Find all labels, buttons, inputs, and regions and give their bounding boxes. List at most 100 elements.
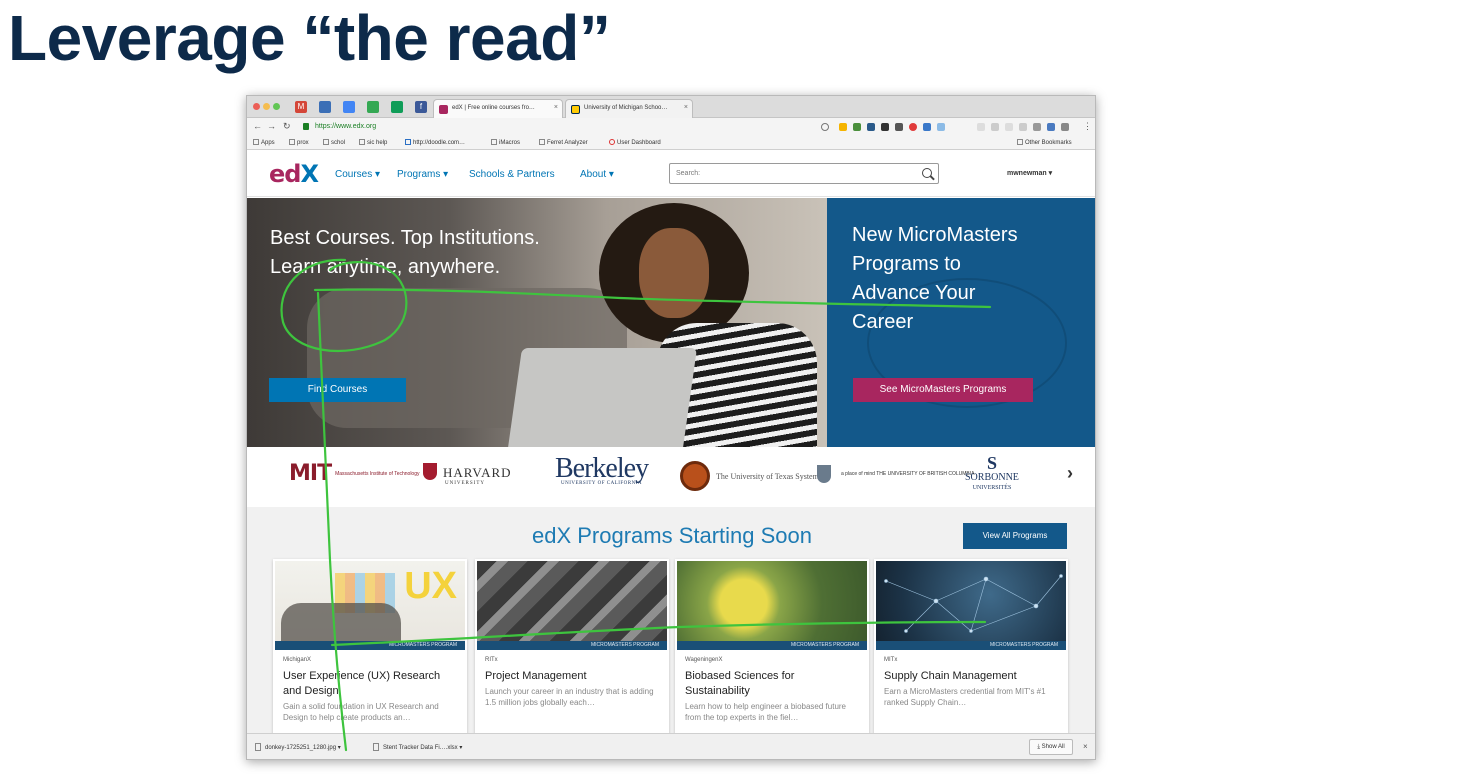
- program-org: WageningenX: [685, 657, 723, 663]
- calendar-pinned-tab-icon[interactable]: [343, 101, 355, 113]
- facebook-pinned-tab-icon[interactable]: f: [415, 101, 427, 113]
- home-pinned-tab-icon[interactable]: [319, 101, 331, 113]
- close-icon[interactable]: ×: [1083, 742, 1088, 751]
- program-card-biobased[interactable]: MICROMASTERS PROGRAM WageningenX Biobase…: [675, 559, 869, 735]
- chevron-right-icon[interactable]: ›: [1067, 463, 1073, 484]
- nav-about[interactable]: About ▾: [580, 169, 614, 180]
- site-header: edX Courses ▾ Programs ▾ Schools & Partn…: [247, 151, 1095, 197]
- sheets-pinned-tab-icon[interactable]: [391, 101, 403, 113]
- extension-icon[interactable]: [853, 123, 861, 131]
- bookmark-user-dashboard[interactable]: User Dashboard: [609, 139, 661, 146]
- program-image: [876, 561, 1066, 645]
- download-item[interactable]: Stent Tracker Data Fi….xlsx ▾: [373, 743, 462, 751]
- close-window-icon[interactable]: [253, 103, 260, 110]
- forward-icon[interactable]: →: [267, 121, 276, 131]
- browser-window: M f edX | Free online courses fro… × Uni…: [246, 95, 1096, 760]
- extension-icon[interactable]: [977, 123, 985, 131]
- extension-icon[interactable]: [937, 123, 945, 131]
- address-bar-row: ← → ↻ https://www.edx.org ⋮: [247, 118, 1095, 136]
- reload-icon[interactable]: ↻: [283, 121, 291, 132]
- url-field[interactable]: https://www.edx.org: [301, 120, 821, 134]
- partner-ubc[interactable]: a place of mind THE UNIVERSITY OF BRITIS…: [817, 465, 974, 483]
- program-card-ux[interactable]: UX MICROMASTERS PROGRAM MichiganX User E…: [273, 559, 467, 735]
- program-description: Launch your career in an industry that i…: [485, 687, 654, 707]
- programs-section: edX Programs Starting Soon View All Prog…: [247, 507, 1095, 735]
- partner-berkeley[interactable]: Berkeley UNIVERSITY OF CALIFORNIA: [555, 453, 649, 486]
- program-description: Learn how to help engineer a biobased fu…: [685, 702, 847, 722]
- extension-icon[interactable]: [867, 123, 875, 131]
- program-image: [477, 561, 667, 645]
- extension-icon[interactable]: [909, 123, 917, 131]
- extension-icon[interactable]: [923, 123, 931, 131]
- menu-icon[interactable]: ⋮: [1083, 121, 1092, 132]
- apps-icon: [253, 139, 259, 145]
- bookmark-schol[interactable]: schol: [323, 139, 345, 146]
- extension-icon[interactable]: [1005, 123, 1013, 131]
- network-graphic: [884, 574, 1063, 633]
- extension-icon[interactable]: [1061, 123, 1069, 131]
- folder-icon: [289, 139, 295, 145]
- slide: Leverage “the read” M f edX | Free onlin…: [0, 0, 1465, 774]
- maximize-window-icon[interactable]: [273, 103, 280, 110]
- nav-programs[interactable]: Programs ▾: [397, 169, 448, 180]
- bookmark-ferret[interactable]: Ferret Analyzer: [539, 139, 588, 146]
- extension-icon[interactable]: [1033, 123, 1041, 131]
- star-icon[interactable]: [821, 123, 829, 131]
- program-card-project-management[interactable]: MICROMASTERS PROGRAM RITx Project Manage…: [475, 559, 669, 735]
- partner-harvard[interactable]: HARVARD UNIVERSITY: [423, 463, 512, 486]
- program-org: MITx: [884, 657, 898, 663]
- bookmark-doodle[interactable]: http://doodle.com…: [405, 139, 465, 146]
- program-description: Gain a solid foundation in UX Research a…: [283, 702, 439, 722]
- tab-edx[interactable]: edX | Free online courses fro… ×: [433, 99, 563, 118]
- search-input[interactable]: Search:: [669, 163, 939, 184]
- user-menu[interactable]: mwnewman ▾: [1007, 169, 1052, 177]
- edx-logo[interactable]: edX: [269, 160, 319, 188]
- umich-favicon-icon: [571, 105, 580, 114]
- drive-pinned-tab-icon[interactable]: [367, 101, 379, 113]
- doodle-icon: [405, 139, 411, 145]
- extension-icon[interactable]: [1019, 123, 1027, 131]
- extension-icon[interactable]: [991, 123, 999, 131]
- partner-ut-system[interactable]: The University of Texas System: [680, 461, 819, 491]
- hero-photo-laptop: [507, 348, 698, 447]
- partner-mit[interactable]: MIT Massachusetts Institute of Technology: [289, 461, 420, 486]
- micromasters-promo: New MicroMasters Programs to Advance You…: [827, 198, 1095, 447]
- partner-logos: MIT Massachusetts Institute of Technology…: [247, 447, 1095, 507]
- url-text: https://www.edx.org: [315, 123, 377, 130]
- file-icon: [255, 743, 261, 751]
- file-icon: [373, 743, 379, 751]
- close-tab-icon[interactable]: ×: [554, 104, 558, 111]
- find-courses-button[interactable]: Find Courses: [269, 378, 406, 402]
- minimize-window-icon[interactable]: [263, 103, 270, 110]
- tab-umich[interactable]: University of Michigan Schoo… ×: [565, 99, 693, 118]
- bookmark-prox[interactable]: prox: [289, 139, 309, 146]
- gmail-pinned-tab-icon[interactable]: M: [295, 101, 307, 113]
- bookmark-apps[interactable]: Apps: [253, 139, 275, 146]
- program-card-supply-chain[interactable]: MICROMASTERS PROGRAM MITx Supply Chain M…: [874, 559, 1068, 735]
- partner-sorbonne[interactable]: S SORBONNE UNIVERSITÉS: [965, 453, 1019, 493]
- extension-icon[interactable]: [839, 123, 847, 131]
- extension-icon[interactable]: [895, 123, 903, 131]
- program-title: Supply Chain Management: [884, 670, 1017, 682]
- see-micromasters-button[interactable]: See MicroMasters Programs: [853, 378, 1033, 402]
- nav-courses[interactable]: Courses ▾: [335, 169, 380, 180]
- download-item[interactable]: donkey-1725251_1280.jpg ▾: [255, 743, 341, 751]
- view-all-programs-button[interactable]: View All Programs: [963, 523, 1067, 549]
- extension-icon[interactable]: [881, 123, 889, 131]
- edx-favicon-icon: [439, 105, 448, 114]
- bookmark-imacros[interactable]: iMacros: [491, 139, 520, 146]
- program-title: User Experience (UX) Research and Design: [283, 670, 441, 697]
- nav-schools-partners[interactable]: Schools & Partners: [469, 169, 555, 180]
- close-tab-icon[interactable]: ×: [684, 104, 688, 111]
- show-all-button[interactable]: ⤓ Show All: [1029, 739, 1073, 755]
- program-description: Earn a MicroMasters credential from MIT'…: [884, 687, 1046, 707]
- extension-icon[interactable]: [1047, 123, 1055, 131]
- harvard-shield-icon: [423, 463, 437, 480]
- bookmark-sic-help[interactable]: sic help: [359, 139, 387, 146]
- program-ribbon: MICROMASTERS PROGRAM: [677, 641, 867, 650]
- search-placeholder: Search:: [676, 170, 701, 177]
- folder-icon: [323, 139, 329, 145]
- back-icon[interactable]: ←: [253, 121, 262, 131]
- other-bookmarks[interactable]: Other Bookmarks: [1017, 139, 1072, 146]
- search-icon[interactable]: [922, 168, 932, 178]
